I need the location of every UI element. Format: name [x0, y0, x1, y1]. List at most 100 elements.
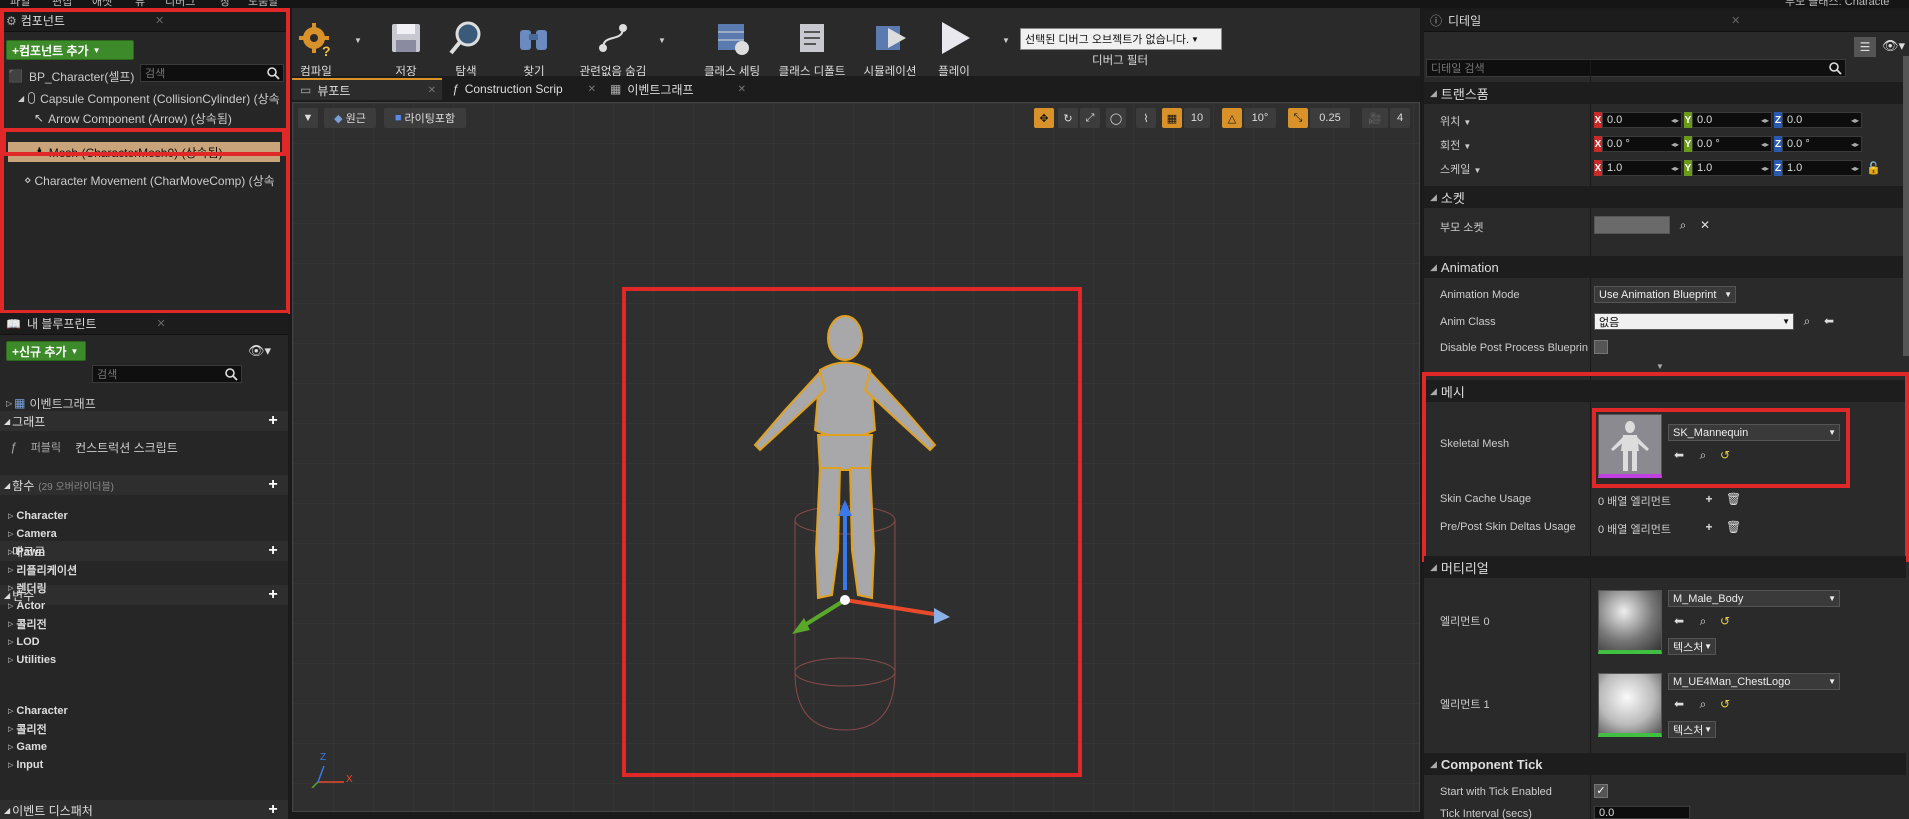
- trash-icon[interactable]: 🗑: [1726, 520, 1741, 534]
- tree-item-arrow[interactable]: ↖ Arrow Component (Arrow) (상속됨): [34, 108, 232, 128]
- start-tick-checkbox[interactable]: ✓: [1594, 784, 1608, 798]
- material-1-dropdown[interactable]: M_UE4Man_ChestLogo ▼: [1668, 673, 1840, 690]
- skeletal-mesh-dropdown[interactable]: SK_Mannequin ▼: [1668, 424, 1840, 441]
- tab-viewport[interactable]: ▭ 뷰포트 ✕: [292, 78, 442, 100]
- use-selected-arrow-icon[interactable]: ⬅: [1672, 614, 1686, 628]
- add-macro-icon[interactable]: +: [266, 543, 280, 559]
- material-1-thumbnail[interactable]: [1598, 673, 1662, 737]
- use-selected-arrow-icon[interactable]: ⬅: [1822, 314, 1836, 328]
- list-item[interactable]: ▷ Utilities: [4, 651, 77, 669]
- category-mesh[interactable]: ◢ 메시: [1424, 380, 1906, 402]
- close-icon[interactable]: ✕: [155, 14, 164, 27]
- find-button[interactable]: 찾기: [514, 18, 554, 79]
- search-icon[interactable]: ⌕: [1696, 697, 1710, 711]
- scale-label[interactable]: 스케일 ▼: [1440, 161, 1481, 177]
- location-y-field[interactable]: Y 0.0: [1684, 112, 1772, 128]
- tree-item-character-movement[interactable]: ⋄ Character Movement (CharMoveComp) (상속: [24, 170, 275, 190]
- tree-item-mesh[interactable]: ♟ Mesh (CharacterMesh0) (상속됨): [8, 142, 280, 162]
- details-scrollbar[interactable]: [1903, 56, 1909, 356]
- scale-snap-value[interactable]: 0.25: [1310, 108, 1350, 128]
- rotation-snap-toggle[interactable]: △: [1222, 108, 1242, 128]
- section-event-dispatchers[interactable]: ◢ 이벤트 디스패처 +: [0, 800, 288, 819]
- class-settings-button[interactable]: 클래스 세팅: [696, 18, 768, 79]
- tick-interval-field[interactable]: 0.0: [1594, 806, 1690, 819]
- list-item[interactable]: ▷ Game: [4, 738, 68, 756]
- close-icon[interactable]: ✕: [1731, 14, 1740, 27]
- debug-object-dropdown[interactable]: 선택된 디버그 오브젝트가 없습니다. ▼: [1020, 28, 1222, 50]
- list-item[interactable]: ▷ Camera: [4, 525, 77, 543]
- anim-class-dropdown[interactable]: 없음 ▼: [1594, 313, 1794, 330]
- expand-icon[interactable]: ◢: [18, 94, 24, 103]
- add-dispatcher-icon[interactable]: +: [266, 802, 280, 818]
- list-item[interactable]: ▷ 렌더링: [4, 579, 77, 597]
- search-icon[interactable]: ⌕: [1800, 314, 1814, 328]
- scale-y-field[interactable]: Y 1.0: [1684, 160, 1772, 176]
- close-icon[interactable]: ✕: [588, 84, 596, 95]
- rotate-tool[interactable]: ↻: [1058, 108, 1078, 128]
- lighting-button[interactable]: ■ 라이팅포함: [384, 108, 466, 128]
- menu-item-window[interactable]: 창: [220, 0, 230, 8]
- list-item[interactable]: ▷ 콜리전: [4, 720, 68, 738]
- play-options-icon[interactable]: ▼: [1002, 36, 1010, 45]
- rotation-y-field[interactable]: Y 0.0 °: [1684, 136, 1772, 152]
- menu-item-asset[interactable]: 애셋: [92, 0, 112, 8]
- search-icon[interactable]: ⌕: [1696, 448, 1710, 462]
- list-item[interactable]: ▷ Pawn: [4, 543, 77, 561]
- components-tab[interactable]: ⚙ 컴포넌트 ✕: [0, 10, 288, 32]
- scale-x-field[interactable]: X 1.0: [1594, 160, 1682, 176]
- close-icon[interactable]: ✕: [428, 85, 436, 96]
- compile-button[interactable]: ? 컴파일: [296, 18, 336, 79]
- grid-snap-toggle[interactable]: ▦: [1162, 108, 1182, 128]
- viewport-options-button[interactable]: ▼: [298, 108, 318, 128]
- category-component-tick[interactable]: ◢ Component Tick: [1424, 753, 1906, 775]
- close-icon[interactable]: ✕: [738, 84, 746, 95]
- lock-icon[interactable]: 🔓: [1866, 161, 1881, 175]
- search-icon[interactable]: ⌕: [1676, 218, 1690, 232]
- close-icon[interactable]: ✕: [157, 317, 166, 330]
- reset-to-default-icon[interactable]: ↺: [1718, 448, 1732, 462]
- material-0-dropdown[interactable]: M_Male_Body ▼: [1668, 590, 1840, 607]
- translate-tool[interactable]: ✥: [1034, 108, 1054, 128]
- list-item[interactable]: ▷ LOD: [4, 633, 77, 651]
- add-graph-icon[interactable]: +: [266, 413, 280, 429]
- section-graphs[interactable]: ◢ 그래프 +: [0, 411, 288, 431]
- add-element-icon[interactable]: +: [1702, 492, 1716, 506]
- grid-snap-value[interactable]: 10: [1184, 108, 1210, 128]
- list-item[interactable]: ▷ Actor: [4, 597, 77, 615]
- category-animation[interactable]: ◢ Animation: [1424, 256, 1906, 278]
- reset-to-default-icon[interactable]: ↺: [1718, 614, 1732, 628]
- animation-mode-dropdown[interactable]: Use Animation Blueprint ▼: [1594, 286, 1736, 303]
- character-mannequin[interactable]: [700, 300, 990, 740]
- tab-construction-script[interactable]: ƒ Construction Scrip ✕: [444, 78, 602, 100]
- components-search-input[interactable]: 검색: [140, 64, 284, 82]
- scale-tool[interactable]: ⤢: [1080, 108, 1100, 128]
- list-item[interactable]: ▷ 리플리케이션: [4, 561, 77, 579]
- rotation-x-field[interactable]: X 0.0 °: [1594, 136, 1682, 152]
- my-blueprint-tab[interactable]: 📖 내 블루프린트 ✕: [0, 313, 288, 335]
- property-matrix-icon[interactable]: ☰: [1854, 37, 1876, 57]
- menu-item-debug[interactable]: 디버그: [165, 0, 195, 8]
- list-item[interactable]: ▷ 콜리전: [4, 615, 77, 633]
- list-item[interactable]: ▷ Character: [4, 702, 68, 720]
- disable-post-process-checkbox[interactable]: [1594, 340, 1608, 354]
- list-item[interactable]: ▷ Input: [4, 756, 68, 774]
- use-selected-arrow-icon[interactable]: ⬅: [1672, 697, 1686, 711]
- tree-item-capsule[interactable]: ◢ Capsule Component (CollisionCylinder) …: [18, 88, 280, 108]
- add-function-icon[interactable]: +: [266, 477, 280, 493]
- menu-item-help[interactable]: 도움말: [248, 0, 278, 8]
- eye-icon[interactable]: 👁▾: [248, 343, 271, 359]
- clear-icon[interactable]: ✕: [1698, 218, 1712, 232]
- location-x-field[interactable]: X 0.0: [1594, 112, 1682, 128]
- world-local-toggle[interactable]: ◯: [1106, 108, 1126, 128]
- trash-icon[interactable]: 🗑: [1726, 492, 1741, 506]
- location-z-field[interactable]: Z 0.0: [1774, 112, 1862, 128]
- section-functions[interactable]: ◢ 함수 (29 오버라이더블) +: [0, 475, 288, 495]
- parent-socket-field[interactable]: [1594, 216, 1670, 234]
- eye-icon[interactable]: 👁▾: [1882, 38, 1905, 54]
- material-1-texture-dropdown[interactable]: 텍스처 ▼: [1668, 721, 1716, 738]
- perspective-button[interactable]: ◆ 원근: [324, 108, 376, 128]
- list-item-event-graph[interactable]: ▷ ▦ 이벤트그래프: [6, 393, 96, 413]
- camera-speed-value[interactable]: 4: [1390, 108, 1410, 128]
- add-element-icon[interactable]: +: [1702, 520, 1716, 534]
- details-search-input[interactable]: 디테일 검색: [1426, 59, 1846, 77]
